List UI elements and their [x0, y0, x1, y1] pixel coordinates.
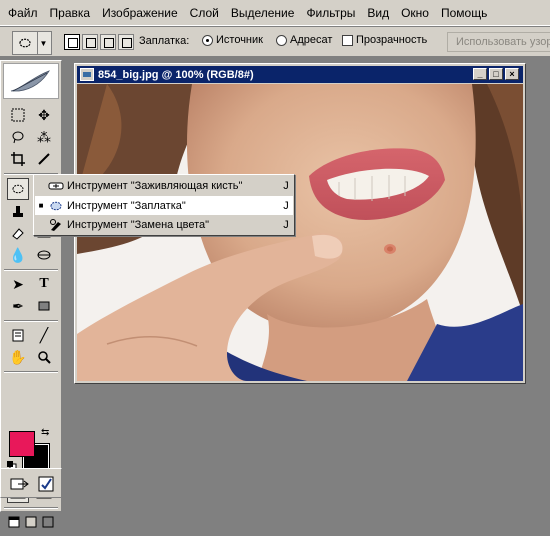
toolbox-divider — [4, 371, 58, 373]
feather-logo-icon[interactable] — [3, 63, 59, 99]
dodge-tool-icon[interactable] — [33, 244, 55, 266]
transparent-label: Прозрачность — [356, 34, 428, 46]
flyout-item-label: Инструмент "Замена цвета" — [67, 218, 210, 231]
blur-tool-icon[interactable]: 💧 — [7, 244, 29, 266]
healing-brush-icon — [47, 178, 65, 194]
lasso-tool-icon[interactable] — [7, 126, 29, 148]
flyout-item-label: Инструмент "Заживляющая кисть" — [67, 179, 243, 192]
menu-view[interactable]: Вид — [361, 0, 395, 26]
use-pattern-button[interactable]: Использовать узор — [447, 32, 550, 52]
magic-wand-icon[interactable]: ⁂ — [33, 126, 55, 148]
add-selection-button[interactable] — [82, 34, 98, 50]
flyout-item-color-replacement[interactable]: Инструмент "Замена цвета" J — [35, 215, 293, 234]
screen-mode-standard-icon[interactable] — [5, 511, 23, 533]
checkbox-box — [342, 34, 353, 46]
toolbox-divider — [4, 507, 58, 509]
slice-tool-icon[interactable] — [33, 148, 55, 170]
flyout-item-label: Инструмент "Заплатка" — [67, 199, 186, 212]
menu-edit[interactable]: Правка — [44, 0, 97, 26]
source-label: Источник — [216, 34, 263, 46]
marquee-tool-icon[interactable] — [7, 104, 29, 126]
menu-file[interactable]: Файл — [2, 0, 44, 26]
shape-tool-icon[interactable] — [33, 295, 55, 317]
radio-dot-destination — [276, 34, 287, 46]
minimize-button[interactable]: _ — [473, 68, 487, 80]
eraser-tool-icon[interactable] — [7, 222, 29, 244]
imageready-strip — [0, 468, 62, 498]
pen-tool-icon[interactable]: ✒ — [7, 295, 29, 317]
screen-mode-menu-icon[interactable] — [22, 511, 40, 533]
eyedropper-tool-icon[interactable]: ╱ — [33, 324, 55, 346]
zoom-tool-icon[interactable] — [33, 346, 55, 368]
move-tool-icon[interactable]: ✥ — [33, 104, 55, 126]
notes-tool-icon[interactable] — [7, 324, 29, 346]
flyout-item-healing-brush[interactable]: Инструмент "Заживляющая кисть" J — [35, 176, 293, 195]
tool-preset-picker[interactable]: ▼ — [12, 31, 52, 55]
menu-layer[interactable]: Слой — [184, 0, 225, 26]
crop-tool-icon[interactable] — [7, 148, 29, 170]
options-bar: ▼ Заплатка: Источник Адресат Прозрачност… — [0, 26, 550, 57]
menu-bar: Файл Правка Изображение Слой Выделение Ф… — [0, 0, 550, 26]
window-controls: _ □ × — [473, 68, 519, 80]
menu-select[interactable]: Выделение — [225, 0, 301, 26]
imageready-logo-icon[interactable] — [35, 473, 57, 495]
stamp-tool-icon[interactable] — [7, 200, 29, 222]
document-title: 854_big.jpg @ 100% (RGB/8#) — [98, 68, 254, 81]
screen-mode-full-icon[interactable] — [39, 511, 57, 533]
toolbox: ✥ ⁂ ✎ ♂ 💧 ➤ T ✒ ╱ ✋ ⇆ — [0, 60, 62, 528]
toolbox-divider — [4, 269, 58, 271]
menu-image[interactable]: Изображение — [96, 0, 184, 26]
new-selection-button[interactable] — [64, 34, 80, 50]
intersect-selection-button[interactable] — [118, 34, 134, 50]
document-title-bar[interactable]: 854_big.jpg @ 100% (RGB/8#) _ □ × — [77, 66, 523, 83]
jump-to-imageready-icon[interactable] — [9, 473, 31, 495]
hand-tool-icon[interactable]: ✋ — [7, 346, 29, 368]
patch-icon — [47, 198, 65, 214]
radio-dot-source — [202, 34, 213, 46]
path-selection-icon[interactable]: ➤ — [7, 273, 29, 295]
destination-label: Адресат — [290, 34, 333, 46]
toolbox-divider — [4, 320, 58, 322]
patch-label: Заплатка: — [139, 35, 190, 47]
flyout-item-shortcut: J — [283, 218, 289, 231]
selection-modes — [64, 34, 134, 50]
type-tool-icon[interactable]: T — [33, 273, 55, 295]
menu-window[interactable]: Окно — [395, 0, 435, 26]
destination-radio[interactable]: Адресат — [276, 34, 332, 46]
selected-bullet-icon: ■ — [38, 201, 44, 210]
healing-tools-flyout: Инструмент "Заживляющая кисть" J ■ Инстр… — [33, 174, 295, 236]
source-radio[interactable]: Источник — [202, 34, 263, 46]
patch-tool-icon[interactable] — [7, 178, 29, 200]
flyout-item-shortcut: J — [283, 179, 289, 192]
swap-colors-icon[interactable]: ⇆ — [41, 427, 49, 438]
flyout-item-shortcut: J — [283, 199, 289, 212]
color-replacement-icon — [47, 217, 65, 233]
chevron-down-icon: ▼ — [37, 32, 49, 54]
close-button[interactable]: × — [505, 68, 519, 80]
maximize-button[interactable]: □ — [489, 68, 503, 80]
flyout-item-patch[interactable]: ■ Инструмент "Заплатка" J — [35, 196, 293, 215]
patch-icon — [13, 32, 37, 54]
document-icon — [80, 68, 94, 81]
transparent-checkbox[interactable]: Прозрачность — [342, 34, 427, 46]
foreground-color-swatch[interactable] — [9, 431, 35, 457]
subtract-selection-button[interactable] — [100, 34, 116, 50]
menu-filter[interactable]: Фильтры — [300, 0, 361, 26]
menu-help[interactable]: Помощь — [435, 0, 493, 26]
